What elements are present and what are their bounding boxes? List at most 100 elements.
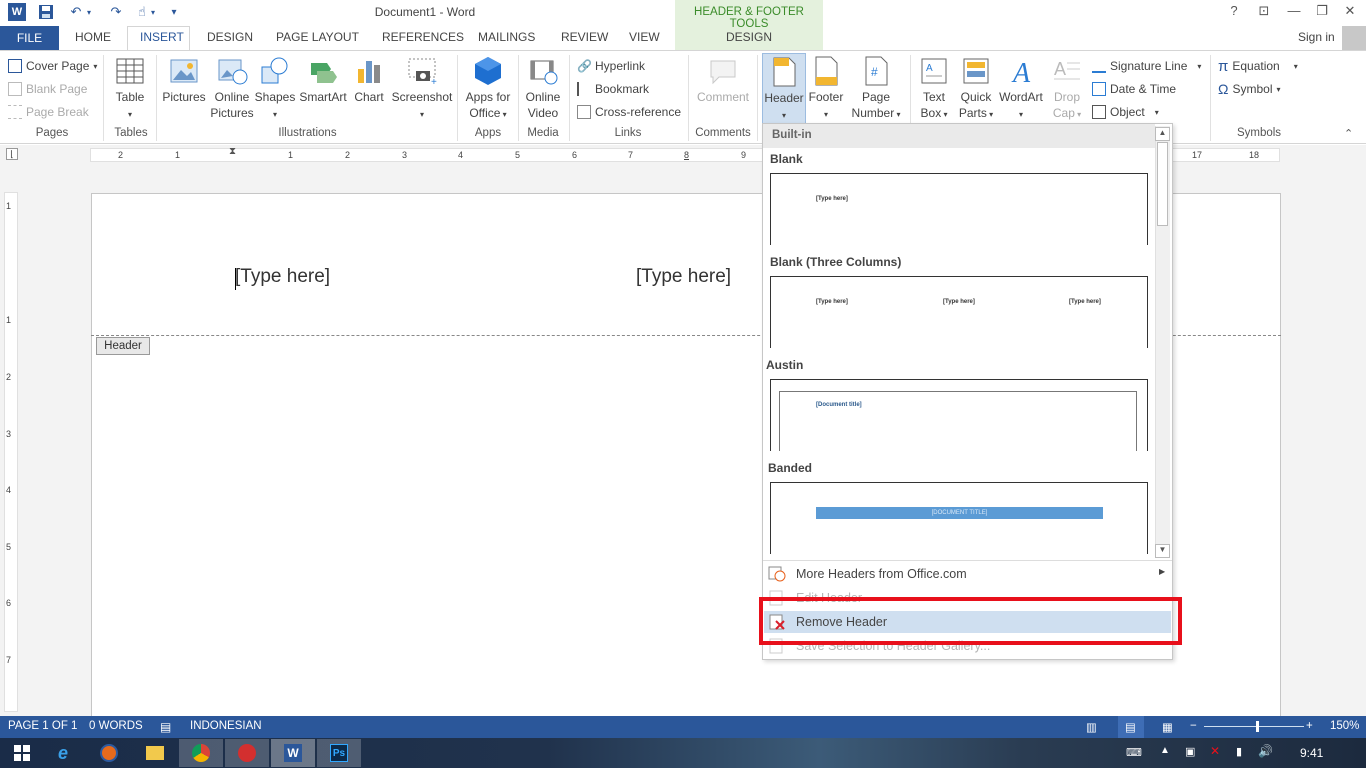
equation-button[interactable]: π Equation ▾	[1218, 57, 1298, 75]
proofing-icon[interactable]: ▤	[160, 720, 171, 734]
customize-qat-icon[interactable]: ▾	[164, 3, 184, 21]
scroll-down-icon[interactable]: ▼	[1155, 544, 1170, 558]
pictures-button[interactable]: Pictures	[160, 55, 208, 105]
touch-dropdown-icon[interactable]: ▾	[148, 3, 158, 21]
help-button[interactable]: ?	[1222, 3, 1246, 21]
clock[interactable]: 9:41	[1300, 746, 1323, 760]
collapse-ribbon-icon[interactable]: ⌃	[1344, 127, 1353, 140]
tab-insert[interactable]: INSERT	[140, 30, 184, 44]
indent-marker-icon[interactable]: ⧗	[229, 146, 236, 157]
signature-line-button[interactable]: Signature Line ▾	[1092, 57, 1201, 75]
zoom-out-icon[interactable]: −	[1190, 720, 1197, 732]
photoshop-icon[interactable]: Ps	[317, 739, 361, 767]
table-button[interactable]: Table ▾	[110, 55, 150, 123]
language[interactable]: INDONESIAN	[190, 720, 262, 732]
bookmark-button[interactable]: Bookmark	[577, 80, 649, 98]
menu-item-label: More Headers from Office.com	[796, 567, 967, 581]
quick-parts-button[interactable]: Quick Parts ▾	[955, 55, 997, 123]
header-button[interactable]: Header ▾	[762, 53, 806, 125]
group-separator	[757, 55, 758, 141]
web-layout-icon[interactable]: ▦	[1162, 720, 1173, 734]
tab-mailings[interactable]: MAILINGS	[478, 30, 535, 44]
group-separator	[457, 55, 458, 141]
close-icon[interactable]: ✕	[1338, 3, 1362, 21]
scrollbar-thumb[interactable]	[1157, 142, 1168, 226]
page-number-button[interactable]: # Page Number ▾	[849, 55, 903, 123]
zoom-slider-thumb[interactable]	[1256, 721, 1259, 732]
chrome-icon[interactable]	[179, 739, 223, 767]
page-break-icon	[8, 105, 22, 119]
hyperlink-button[interactable]: 🔗 Hyperlink	[577, 57, 645, 75]
wordart-button[interactable]: A WordArt ▾	[997, 55, 1045, 123]
volume-icon[interactable]: 🔊	[1258, 744, 1273, 758]
battery-icon[interactable]: ▮	[1236, 745, 1242, 758]
scroll-up-icon[interactable]: ▲	[1155, 127, 1170, 141]
undo-dropdown-icon[interactable]: ▾	[84, 3, 94, 21]
tab-home[interactable]: HOME	[75, 30, 111, 44]
zoom-slider[interactable]	[1204, 726, 1304, 727]
shapes-button[interactable]: Shapes ▾	[254, 55, 296, 123]
zoom-level[interactable]: 150%	[1330, 720, 1359, 732]
start-button[interactable]	[0, 739, 44, 767]
tab-page-layout[interactable]: PAGE LAYOUT	[276, 30, 359, 44]
apps-for-office-button[interactable]: Apps for Office ▾	[462, 55, 514, 123]
footer-button[interactable]: Footer ▾	[806, 55, 846, 123]
drop-cap-button[interactable]: A Drop Cap ▾	[1048, 55, 1086, 123]
cross-reference-button[interactable]: Cross-reference	[577, 103, 681, 121]
menu-item-more-headers[interactable]: More Headers from Office.com ▶	[764, 563, 1171, 585]
file-explorer-icon[interactable]	[133, 739, 177, 767]
chart-button[interactable]: Chart	[350, 55, 388, 105]
date-time-button[interactable]: Date & Time	[1092, 80, 1176, 98]
save-icon[interactable]	[36, 3, 56, 21]
sign-in-link[interactable]: Sign in	[1298, 30, 1335, 44]
firefox-icon[interactable]	[87, 739, 131, 767]
symbol-button[interactable]: Ω Symbol ▾	[1218, 80, 1281, 98]
minimize-icon[interactable]: —	[1282, 3, 1306, 21]
read-mode-icon[interactable]: ▥	[1086, 720, 1097, 734]
avatar[interactable]	[1342, 26, 1366, 50]
page-break-button[interactable]: Page Break	[8, 103, 89, 121]
cover-page-button[interactable]: Cover Page ▾	[8, 57, 97, 75]
signature-line-icon	[1092, 59, 1106, 73]
word-count[interactable]: 0 WORDS	[89, 720, 143, 732]
page-count[interactable]: PAGE 1 OF 1	[8, 720, 77, 732]
online-pictures-button[interactable]: Online Pictures	[208, 55, 256, 121]
print-layout-icon[interactable]: ▤	[1125, 720, 1136, 734]
word-taskbar-icon[interactable]: W	[271, 739, 315, 767]
header-center-placeholder[interactable]: [Type here]	[636, 266, 731, 288]
vertical-ruler[interactable]: 1 1 2 3 4 5 6 7	[4, 192, 18, 712]
tab-file[interactable]: FILE	[0, 26, 59, 50]
keyboard-icon[interactable]: ⌨	[1126, 746, 1142, 759]
zoom-in-icon[interactable]: +	[1306, 720, 1313, 732]
smartart-button[interactable]: SmartArt	[297, 55, 349, 105]
header-left-placeholder[interactable]: [Type here]	[235, 266, 330, 288]
ribbon-display-options-icon[interactable]: ⊡	[1252, 3, 1276, 21]
comment-button[interactable]: Comment	[694, 55, 752, 105]
chart-label: Chart	[354, 90, 384, 104]
internet-explorer-icon[interactable]: e	[41, 739, 85, 767]
gallery-item-austin[interactable]: [Document title]	[770, 379, 1148, 451]
tab-header-footer-design[interactable]: DESIGN	[675, 30, 823, 44]
network-icon[interactable]: ▣	[1185, 745, 1195, 758]
online-video-button[interactable]: Online Video	[521, 55, 565, 121]
gallery-item-blank[interactable]: [Type here]	[770, 173, 1148, 245]
tab-references[interactable]: REFERENCES	[382, 30, 464, 44]
undo-icon[interactable]: ↶	[66, 3, 86, 21]
text-box-button[interactable]: A Text Box ▾	[914, 55, 954, 123]
gallery-item-blank-three-columns[interactable]: [Type here] [Type here] [Type here]	[770, 276, 1148, 348]
redo-icon[interactable]: ↷	[106, 3, 126, 21]
group-separator	[1210, 55, 1211, 141]
restore-icon[interactable]: ❐	[1310, 3, 1334, 21]
gallery-item-banded[interactable]: [DOCUMENT TITLE]	[770, 482, 1148, 554]
tab-view[interactable]: VIEW	[629, 30, 660, 44]
tab-design[interactable]: DESIGN	[207, 30, 253, 44]
tab-selector-icon[interactable]: ⌊	[6, 148, 18, 160]
blank-page-button[interactable]: Blank Page	[8, 80, 87, 98]
action-center-icon[interactable]: ✕	[1210, 744, 1220, 758]
footer-label: Footer	[808, 90, 844, 104]
app-red-icon[interactable]	[225, 739, 269, 767]
object-button[interactable]: Object ▾	[1092, 103, 1159, 121]
show-hidden-icons[interactable]: ▲	[1160, 745, 1170, 756]
tab-review[interactable]: REVIEW	[561, 30, 608, 44]
screenshot-button[interactable]: + Screenshot ▾	[391, 55, 453, 123]
